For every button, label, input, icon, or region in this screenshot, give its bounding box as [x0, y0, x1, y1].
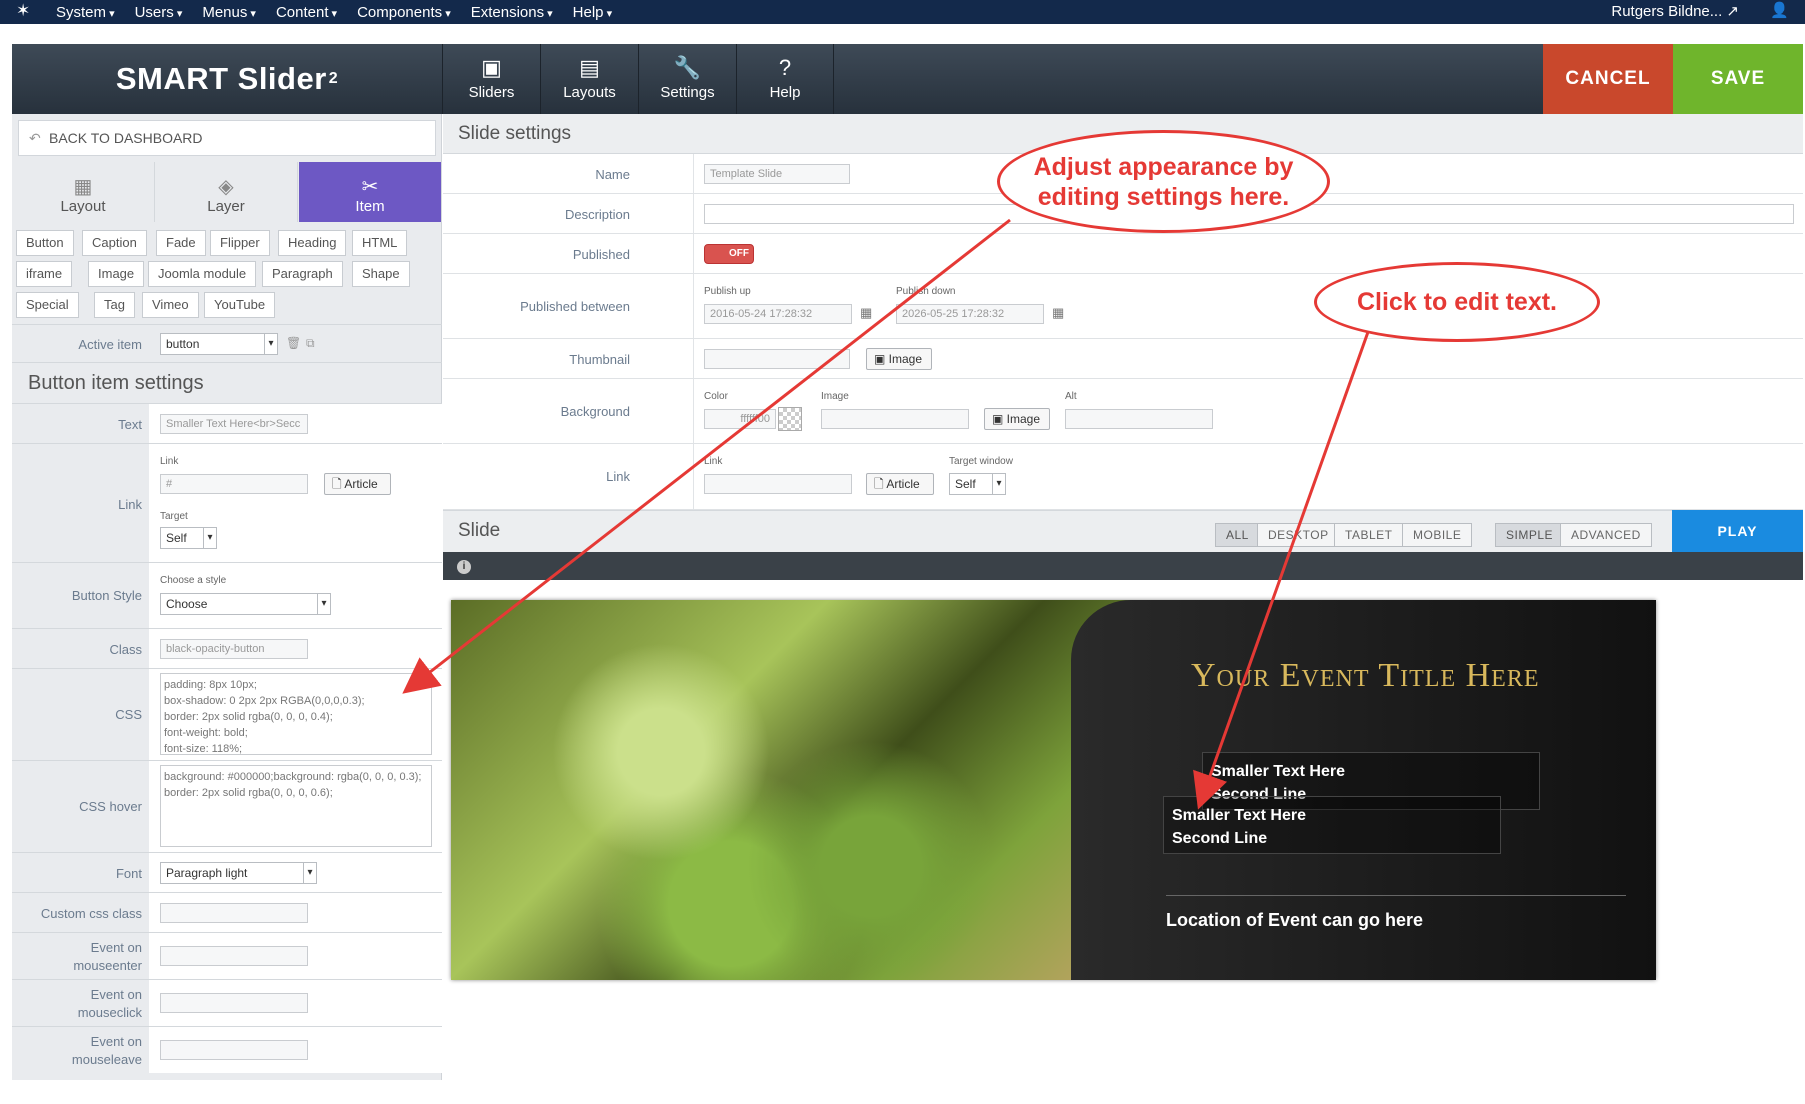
- arrow-to-text: [1193, 331, 1370, 810]
- arrow-to-css: [402, 218, 1011, 694]
- annotation-bubble-settings: Adjust appearance by editing settings he…: [997, 130, 1330, 233]
- annotation-bubble-edit-text: Click to edit text.: [1314, 262, 1600, 342]
- annotation-arrows: [402, 218, 1370, 810]
